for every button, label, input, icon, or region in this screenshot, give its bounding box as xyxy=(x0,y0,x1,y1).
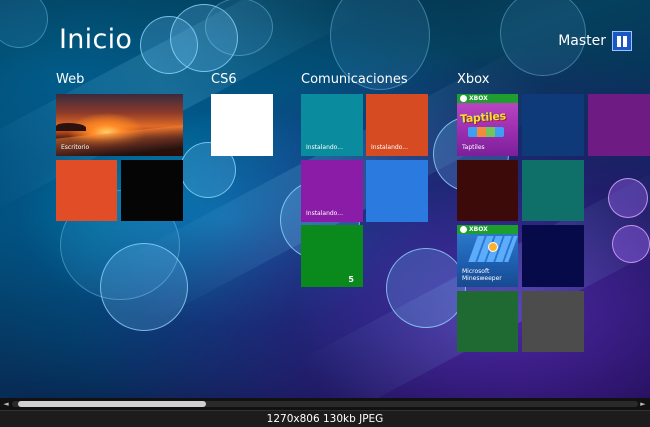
tile-comms-green[interactable]: 5 xyxy=(301,225,363,287)
tile-xbox-maroon[interactable] xyxy=(457,160,518,221)
tile-taptiles[interactable]: XBOX Taptiles Taptiles xyxy=(457,94,518,156)
tile-web-orange[interactable] xyxy=(56,160,117,221)
tile-installing-3[interactable]: Instalando... xyxy=(301,160,363,222)
tile-desktop[interactable]: Escritorio xyxy=(56,94,183,156)
xbox-logo-icon xyxy=(460,95,467,102)
scrollbar-thumb[interactable] xyxy=(18,401,206,407)
tile-xbox-teal[interactable] xyxy=(522,160,584,221)
tile-web-black[interactable] xyxy=(121,160,183,221)
mine-icon xyxy=(489,243,497,251)
background-bubble xyxy=(612,225,650,263)
group-title-web[interactable]: Web xyxy=(56,72,84,87)
page-title: Inicio xyxy=(59,24,133,55)
tile-xbox-purple[interactable] xyxy=(588,94,650,156)
xbox-logo-icon xyxy=(460,226,467,233)
background-bubble xyxy=(608,178,648,218)
background-bubble xyxy=(205,0,273,56)
group-title-comunicaciones[interactable]: Comunicaciones xyxy=(301,72,408,87)
xbox-label: XBOX xyxy=(469,226,488,233)
group-title-cs6[interactable]: CS6 xyxy=(211,72,237,87)
taptiles-logo: Taptiles xyxy=(459,109,507,126)
image-info-bar: 1270x806 130kb JPEG xyxy=(0,410,650,427)
scroll-right-arrow-icon[interactable]: ► xyxy=(638,399,648,409)
xbox-label: XBOX xyxy=(469,95,488,102)
tile-xbox-navy[interactable] xyxy=(522,94,584,156)
tile-caption: Instalando... xyxy=(371,144,408,152)
avatar[interactable] xyxy=(612,31,632,51)
background-bubble xyxy=(0,0,48,48)
tile-caption: Instalando... xyxy=(306,210,343,218)
wallpaper-rocks xyxy=(56,123,86,131)
horizontal-scrollbar[interactable]: ◄ ► xyxy=(0,398,650,410)
tile-minesweeper[interactable]: XBOX Microsoft Minesweeper xyxy=(457,225,518,287)
tile-xbox-gray[interactable] xyxy=(522,291,584,352)
group-title-xbox[interactable]: Xbox xyxy=(457,72,489,87)
scroll-left-arrow-icon[interactable]: ◄ xyxy=(1,399,11,409)
background-bubble xyxy=(386,248,466,328)
start-screen: Inicio Master Web CS6 Comunicaciones Xbo… xyxy=(0,0,650,398)
tile-badge-count: 5 xyxy=(348,275,354,284)
tile-caption: Microsoft Minesweeper xyxy=(462,268,502,283)
tile-caption: Instalando... xyxy=(306,144,343,152)
tile-xbox-green[interactable] xyxy=(457,291,518,352)
user-name[interactable]: Master xyxy=(558,33,606,49)
tile-caption: Escritorio xyxy=(61,144,90,152)
xbox-band: XBOX xyxy=(457,225,518,234)
tile-installing-1[interactable]: Instalando... xyxy=(301,94,363,156)
taptiles-cubes xyxy=(468,127,504,137)
xbox-band: XBOX xyxy=(457,94,518,103)
tile-cs6[interactable] xyxy=(211,94,273,156)
tile-comms-blue[interactable] xyxy=(366,160,428,222)
tile-caption: Taptiles xyxy=(462,144,485,152)
tile-xbox-darkblue[interactable] xyxy=(522,225,584,287)
tile-installing-2[interactable]: Instalando... xyxy=(366,94,428,156)
